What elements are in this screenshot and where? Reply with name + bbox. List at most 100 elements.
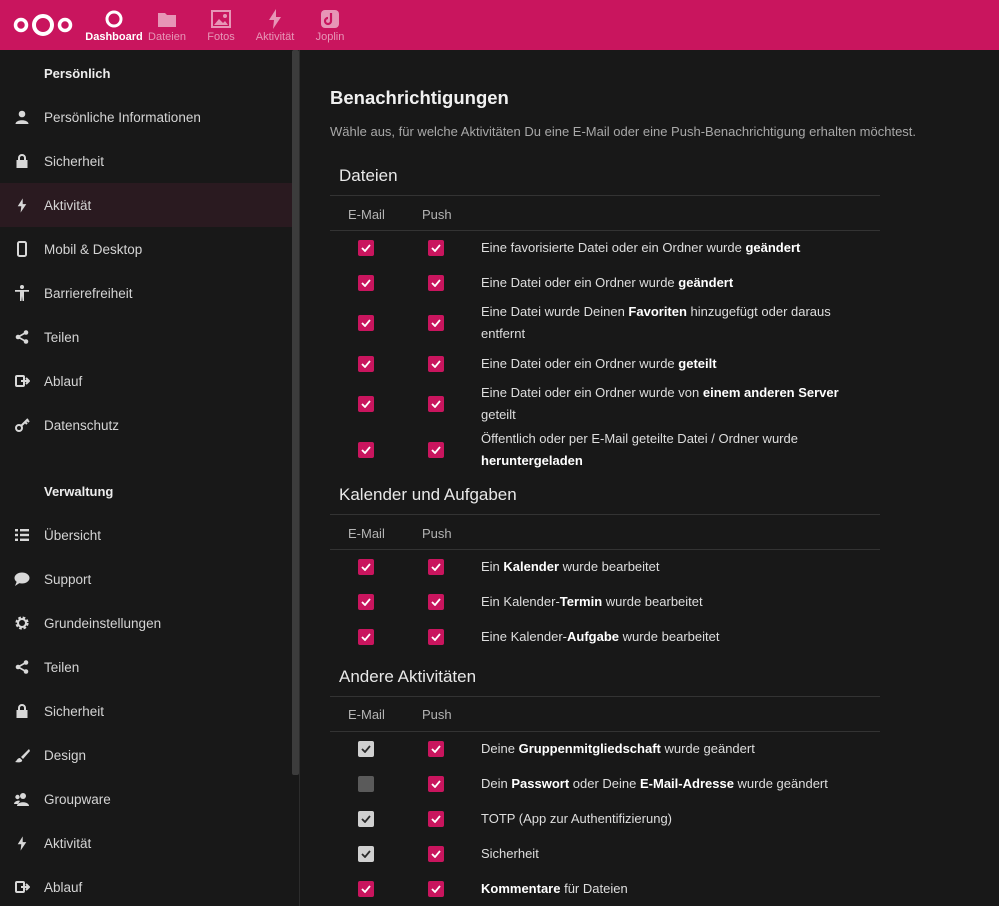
sidebar-item-admin-sharing[interactable]: Teilen: [0, 645, 292, 689]
app-label: Fotos: [207, 31, 235, 43]
notification-row: Ein Kalender wurde bearbeitet: [330, 549, 880, 584]
lock-icon: [16, 704, 28, 718]
email-checkbox[interactable]: [358, 811, 374, 827]
sidebar-item-privacy[interactable]: Datenschutz: [0, 403, 292, 447]
push-checkbox[interactable]: [428, 629, 444, 645]
email-checkbox[interactable]: [358, 594, 374, 610]
app-photos[interactable]: Fotos: [201, 8, 241, 43]
push-checkbox[interactable]: [428, 275, 444, 291]
label-emphasis: Aufgabe: [567, 629, 619, 644]
label-text: Deine: [481, 741, 519, 756]
group-title: Kalender und Aufgaben: [339, 485, 517, 504]
sidebar-item-design[interactable]: Design: [0, 733, 292, 777]
push-checkbox[interactable]: [428, 594, 444, 610]
sidebar-item-support[interactable]: Support: [0, 557, 292, 601]
sidebar-item-admin-security[interactable]: Sicherheit: [0, 689, 292, 733]
notification-row: Eine Kalender-Aufgabe wurde bearbeitet: [330, 619, 880, 654]
sidebar-item-label: Übersicht: [44, 527, 102, 543]
email-checkbox[interactable]: [358, 629, 374, 645]
phone-icon: [17, 241, 27, 257]
email-checkbox[interactable]: [358, 741, 374, 757]
sidebar-item-label: Grundeinstellungen: [44, 615, 162, 631]
email-checkbox[interactable]: [358, 356, 374, 372]
notification-row: TOTP (App zur Authentifizierung): [330, 801, 880, 836]
notification-row: Ein Kalender-Termin wurde bearbeitet: [330, 584, 880, 619]
checkmark-icon: [361, 279, 371, 287]
lightning-icon: [269, 9, 281, 29]
sidebar-item-security[interactable]: Sicherheit: [0, 139, 292, 183]
push-checkbox[interactable]: [428, 240, 444, 256]
group-icon: [14, 793, 29, 806]
notification-label: Eine Datei oder ein Ordner wurde geteilt: [481, 353, 876, 375]
checkmark-icon: [361, 745, 371, 753]
email-checkbox[interactable]: [358, 315, 374, 331]
email-checkbox[interactable]: [358, 396, 374, 412]
sidebar-item-label: Aktivität: [44, 835, 92, 851]
email-checkbox[interactable]: [358, 240, 374, 256]
push-checkbox[interactable]: [428, 396, 444, 412]
app-joplin[interactable]: Joplin: [310, 8, 350, 43]
email-checkbox[interactable]: [358, 275, 374, 291]
notification-label: Eine Kalender-Aufgabe wurde bearbeitet: [481, 626, 876, 648]
label-text: Eine Datei oder ein Ordner wurde: [481, 275, 679, 290]
label-text: Eine Datei oder ein Ordner wurde von: [481, 385, 703, 400]
sidebar-item-label: Teilen: [44, 329, 80, 345]
push-checkbox[interactable]: [428, 356, 444, 372]
push-checkbox[interactable]: [428, 881, 444, 897]
checkmark-icon: [431, 850, 441, 858]
checkmark-icon: [361, 446, 371, 454]
sidebar-item-mobile-desktop[interactable]: Mobil & Desktop: [0, 227, 292, 271]
notification-row: Deine Gruppenmitgliedschaft wurde geände…: [330, 731, 880, 766]
divider: [330, 514, 880, 515]
top-bar: Dashboard Dateien Fotos Aktivität Joplin: [0, 0, 999, 50]
push-checkbox[interactable]: [428, 846, 444, 862]
email-checkbox[interactable]: [358, 776, 374, 792]
sidebar-item-label: Teilen: [44, 659, 80, 675]
label-text: oder Deine: [569, 776, 640, 791]
push-checkbox[interactable]: [428, 442, 444, 458]
sidebar-item-overview[interactable]: Übersicht: [0, 513, 292, 557]
sidebar-item-groupware[interactable]: Groupware: [0, 777, 292, 821]
flow-icon: [14, 375, 30, 387]
checkmark-icon: [431, 815, 441, 823]
push-checkbox[interactable]: [428, 741, 444, 757]
sidebar-item-personal-info[interactable]: Persönliche Informationen: [0, 95, 292, 139]
push-checkbox[interactable]: [428, 315, 444, 331]
sidebar-item-sharing[interactable]: Teilen: [0, 315, 292, 359]
sidebar-item-flow[interactable]: Ablauf: [0, 359, 292, 403]
label-text: für Dateien: [560, 881, 628, 896]
sidebar-item-admin-activity[interactable]: Aktivität: [0, 821, 292, 865]
sidebar-item-admin-flow[interactable]: Ablauf: [0, 865, 292, 906]
checkmark-icon: [431, 563, 441, 571]
sidebar-item-accessibility[interactable]: Barrierefreiheit: [0, 271, 292, 315]
flow-icon: [14, 881, 30, 893]
sidebar-item-activity[interactable]: Aktivität: [0, 183, 292, 227]
app-label: Joplin: [315, 31, 345, 43]
app-activity[interactable]: Aktivität: [253, 8, 297, 43]
group-title: Andere Aktivitäten: [339, 667, 477, 686]
notification-label: Eine Datei oder ein Ordner wurde von ein…: [481, 382, 876, 426]
label-text: wurde bearbeitet: [602, 594, 703, 609]
sidebar-item-label: Groupware: [44, 791, 111, 807]
label-emphasis: Kommentare: [481, 881, 561, 896]
email-checkbox[interactable]: [358, 559, 374, 575]
nextcloud-logo-icon[interactable]: [12, 11, 74, 39]
app-label: Dateien: [148, 31, 186, 43]
push-checkbox[interactable]: [428, 811, 444, 827]
label-emphasis: einem anderen Server: [702, 385, 839, 400]
app-dashboard[interactable]: Dashboard: [82, 8, 146, 43]
list-icon: [15, 529, 29, 541]
email-checkbox[interactable]: [358, 881, 374, 897]
sidebar-item-basic-settings[interactable]: Grundeinstellungen: [0, 601, 292, 645]
checkmark-icon: [361, 319, 371, 327]
email-checkbox[interactable]: [358, 442, 374, 458]
speech-bubble-icon: [14, 572, 30, 586]
push-checkbox[interactable]: [428, 559, 444, 575]
key-icon: [14, 418, 30, 432]
checkmark-icon: [431, 360, 441, 368]
app-files[interactable]: Dateien: [147, 8, 187, 43]
sidebar-scrollbar-thumb[interactable]: [292, 50, 299, 775]
email-checkbox[interactable]: [358, 846, 374, 862]
checkmark-icon: [431, 598, 441, 606]
push-checkbox[interactable]: [428, 776, 444, 792]
